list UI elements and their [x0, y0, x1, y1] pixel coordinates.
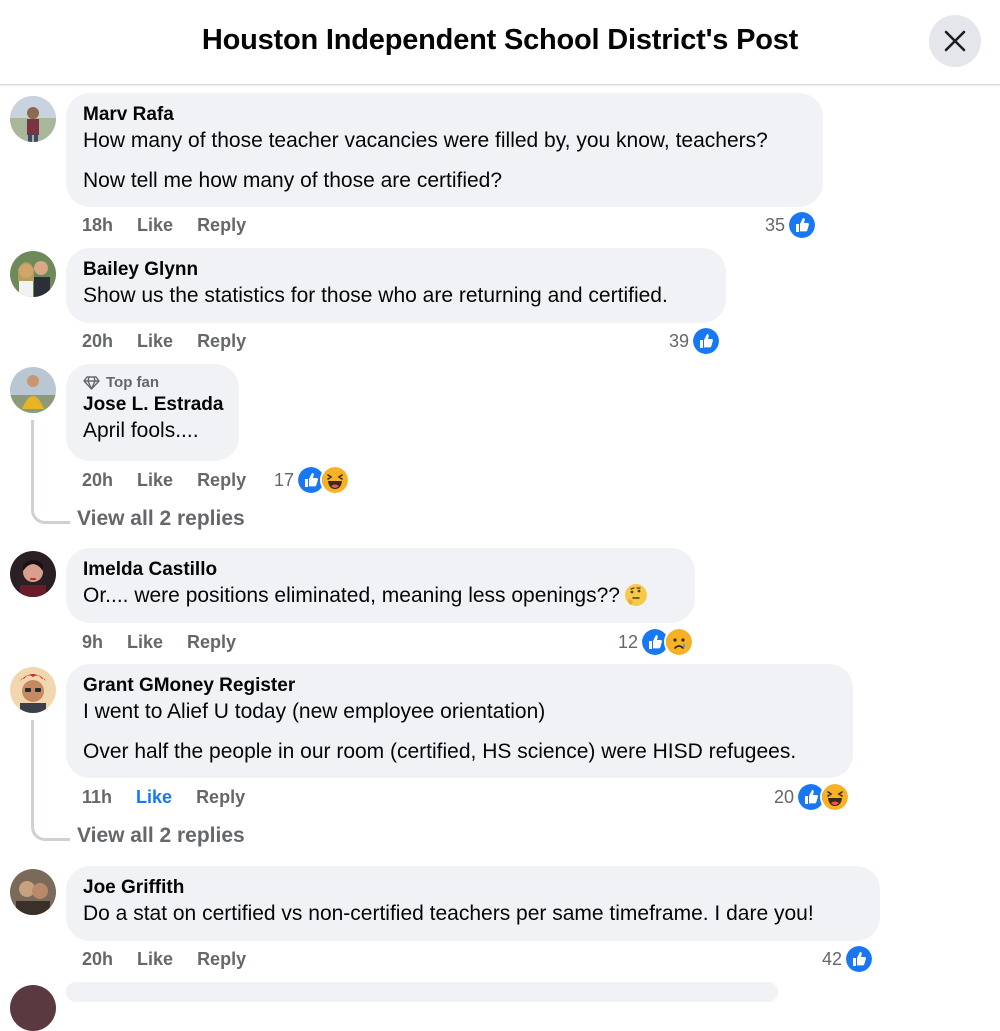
reply-button[interactable]: Reply [187, 632, 236, 653]
like-button[interactable]: Like [137, 331, 173, 352]
like-button[interactable]: Like [137, 470, 173, 491]
reaction-summary[interactable]: 20 [774, 782, 851, 812]
avatar[interactable] [10, 251, 56, 297]
commenter-name[interactable]: Bailey Glynn [83, 258, 709, 282]
comment-text: April fools.... [83, 419, 199, 442]
reply-thread-line [31, 420, 70, 524]
commenter-name[interactable]: Marv Rafa [83, 103, 806, 127]
thinking-face-icon [624, 584, 647, 606]
close-button[interactable] [929, 15, 981, 67]
reply-button[interactable]: Reply [197, 215, 246, 236]
reaction-summary[interactable]: 35 [765, 210, 818, 240]
comment-actions: 9h Like Reply [82, 632, 260, 653]
commenter-name[interactable]: Imelda Castillo [83, 558, 678, 582]
commenter-name[interactable]: Joe Griffith [83, 876, 863, 900]
reply-thread-line [31, 720, 70, 841]
reaction-count: 17 [274, 469, 295, 490]
comment-time[interactable]: 20h [82, 331, 113, 352]
diamond-icon [83, 376, 100, 390]
like-button-active[interactable]: Like [136, 787, 172, 808]
comment-time[interactable]: 9h [82, 632, 103, 653]
reaction-summary[interactable]: 17 [274, 465, 351, 495]
comment-actions: 20h Like Reply [82, 470, 270, 491]
avatar[interactable] [10, 551, 56, 597]
reaction-count: 12 [618, 631, 639, 652]
view-replies-link[interactable]: View all 2 replies [77, 824, 245, 848]
comment-text: I went to Alief U today (new employee or… [83, 700, 546, 723]
comment-text: Over half the people in our room (certif… [83, 740, 797, 763]
comment-actions: 20h Like Reply [82, 949, 270, 970]
like-reaction-icon [844, 944, 875, 974]
avatar[interactable] [10, 367, 56, 413]
comment-text: Or.... were positions eliminated, meanin… [83, 582, 678, 610]
top-fan-badge: Top fan [83, 373, 222, 393]
haha-reaction-icon [320, 465, 351, 495]
comment-text: Now tell me how many of those are certif… [83, 169, 503, 192]
like-button[interactable]: Like [127, 632, 163, 653]
comment-bubble: Grant GMoney Register I went to Alief U … [66, 664, 853, 778]
comment-actions: 11h Like Reply [82, 787, 269, 808]
dialog-title: Houston Independent School District's Po… [201, 24, 799, 56]
comment-bubble: Top fan Jose L. Estrada April fools.... [66, 364, 239, 461]
avatar[interactable] [10, 667, 56, 713]
close-icon [944, 30, 966, 52]
reply-button[interactable]: Reply [197, 470, 246, 491]
top-fan-label: Top fan [106, 374, 160, 391]
comment-bubble: Bailey Glynn Show us the statistics for … [66, 248, 726, 323]
like-button[interactable]: Like [137, 949, 173, 970]
like-button[interactable]: Like [137, 215, 173, 236]
post-dialog-header: Houston Independent School District's Po… [0, 0, 1000, 85]
comment-time[interactable]: 20h [82, 470, 113, 491]
reply-button[interactable]: Reply [197, 949, 246, 970]
comment-bubble [66, 982, 778, 1002]
reaction-count: 39 [669, 330, 690, 351]
comment-time[interactable]: 18h [82, 215, 113, 236]
comment-actions: 18h Like Reply [82, 215, 270, 236]
reply-button[interactable]: Reply [197, 331, 246, 352]
comment-bubble: Joe Griffith Do a stat on certified vs n… [66, 866, 880, 941]
reply-button[interactable]: Reply [196, 787, 245, 808]
avatar[interactable] [10, 869, 56, 915]
reaction-count: 42 [822, 948, 843, 969]
commenter-name[interactable]: Jose L. Estrada [83, 393, 223, 417]
comment-text: Show us the statistics for those who are… [83, 284, 668, 307]
haha-reaction-icon [820, 782, 851, 812]
view-replies-link[interactable]: View all 2 replies [77, 507, 245, 531]
commenter-name[interactable]: Grant GMoney Register [83, 674, 836, 698]
comment-text: How many of those teacher vacancies were… [83, 129, 768, 152]
comment-time[interactable]: 11h [82, 787, 112, 808]
reaction-summary[interactable]: 42 [822, 944, 875, 974]
comment-actions: 20h Like Reply [82, 331, 270, 352]
comment-time[interactable]: 20h [82, 949, 113, 970]
comment-bubble: Marv Rafa How many of those teacher vaca… [66, 93, 823, 207]
avatar[interactable] [10, 96, 56, 142]
comment-text: Do a stat on certified vs non-certified … [83, 902, 814, 925]
comment-text-content: Or.... were positions eliminated, meanin… [83, 584, 620, 607]
reaction-count: 35 [765, 214, 786, 235]
reaction-count: 20 [774, 786, 795, 807]
like-reaction-icon [691, 326, 722, 356]
sad-reaction-icon [664, 627, 695, 657]
comment-bubble: Imelda Castillo Or.... were positions el… [66, 548, 695, 623]
reaction-summary[interactable]: 12 [618, 627, 695, 657]
reaction-summary[interactable]: 39 [669, 326, 722, 356]
like-reaction-icon [787, 210, 818, 240]
